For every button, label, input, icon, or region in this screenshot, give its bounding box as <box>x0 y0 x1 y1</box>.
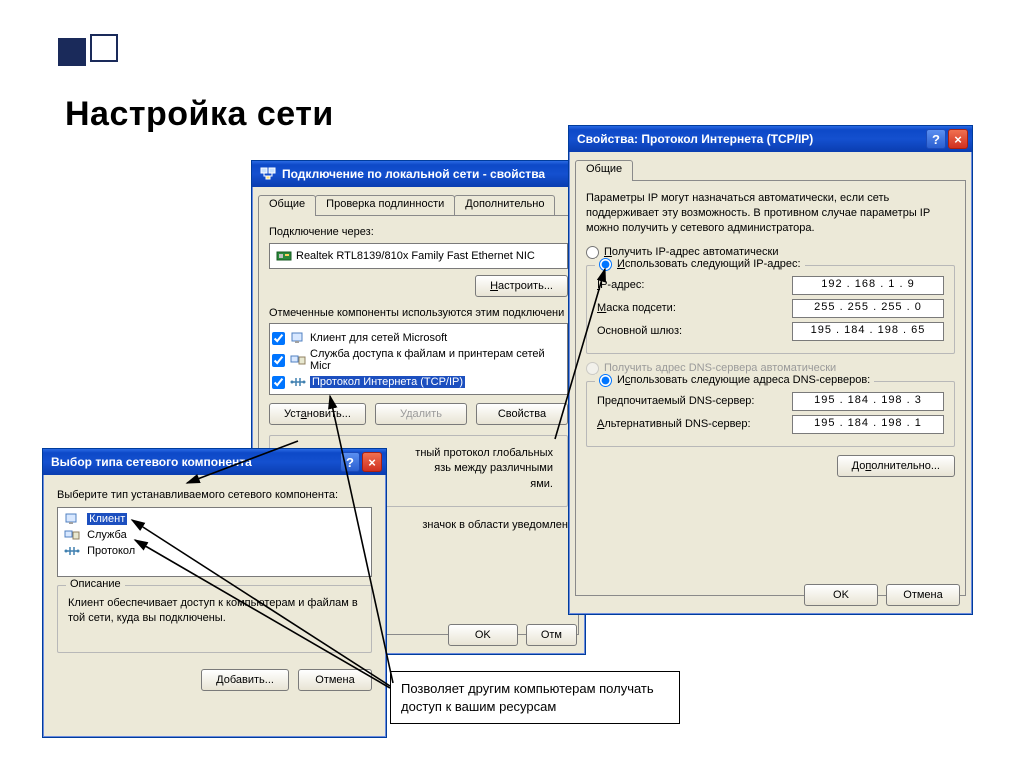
adapter-name: Realtek RTL8139/810x Family Fast Etherne… <box>296 250 535 262</box>
tab-strip: Общие Проверка подлинности Дополнительно <box>258 195 579 216</box>
components-label: Отмеченные компоненты используются этим … <box>269 307 568 319</box>
help-icon: ? <box>932 133 940 146</box>
close-icon: × <box>954 133 962 146</box>
row-gw: Основной шлюз: 195 . 184 . 198 . 65 <box>597 322 944 341</box>
checkbox-fileshare[interactable] <box>272 354 285 367</box>
input-dns2[interactable]: 195 . 184 . 198 . 1 <box>792 415 944 434</box>
close-button[interactable]: × <box>948 129 968 149</box>
decor-square-outline <box>90 34 118 62</box>
caption-box: Позволяет другим компьютерам получать до… <box>390 671 680 724</box>
row-dns2: Альтернативный DNS-сервер:Альтернативный… <box>597 415 944 434</box>
desc-legend: Описание <box>66 578 125 590</box>
client-icon <box>290 331 306 345</box>
titlebar-select[interactable]: Выбор типа сетевого компонента ? × <box>43 449 386 475</box>
component-item-client[interactable]: Клиент для сетей Microsoft <box>272 331 565 345</box>
adapter-box: Realtek RTL8139/810x Family Fast Etherne… <box>269 243 568 269</box>
titlebar-lan[interactable]: Подключение по локальной сети - свойства <box>252 161 585 187</box>
component-item-tcpip[interactable]: Протокол Интернета (TCP/IP) <box>272 375 565 389</box>
advanced-button[interactable]: Дополнительно...Дополнительно... <box>837 455 955 477</box>
help-button[interactable]: ? <box>926 129 946 149</box>
list-item-protocol[interactable]: Протокол <box>60 543 369 559</box>
help-icon: ? <box>346 456 354 469</box>
tcpip-tab-strip: Общие <box>575 160 966 181</box>
cancel-button[interactable]: Отм <box>526 624 577 646</box>
window-select-component: Выбор типа сетевого компонента ? × Выбер… <box>42 448 387 738</box>
list-item-client[interactable]: Клиент <box>60 511 369 527</box>
row-mask: Маска подсети:Маска подсети: 255 . 255 .… <box>597 299 944 318</box>
components-listbox[interactable]: Клиент для сетей Microsoft Служба доступ… <box>269 323 568 395</box>
select-cancel-button[interactable]: Отмена <box>298 669 372 691</box>
tcpip-title-text: Свойства: Протокол Интернета (TCP/IP) <box>577 132 924 146</box>
tab-general[interactable]: Общие <box>258 195 316 216</box>
tab-tcpip-general[interactable]: Общие <box>575 160 633 181</box>
net-icon <box>260 166 276 183</box>
input-dns1[interactable]: 195 . 184 . 198 . 3 <box>792 392 944 411</box>
window-tcpip-properties: Свойства: Протокол Интернета (TCP/IP) ? … <box>568 125 973 615</box>
tcpip-cancel-button[interactable]: Отмена <box>886 584 960 606</box>
connect-via-label: Подключение через: <box>269 226 568 238</box>
list-item-service[interactable]: Служба <box>60 527 369 543</box>
service-type-icon <box>64 528 80 542</box>
fileshare-icon <box>290 353 306 367</box>
tcpip-intro-text: Параметры IP могут назначаться автоматич… <box>586 191 955 236</box>
select-body: Выберите тип устанавливаемого сетевого к… <box>43 475 386 699</box>
select-title-text: Выбор типа сетевого компонента <box>51 455 338 469</box>
input-mask[interactable]: 255 . 255 . 255 . 0 <box>792 299 944 318</box>
radio-manual-ip-input[interactable] <box>599 258 612 271</box>
component-type-listbox[interactable]: Клиент Служба Протокол <box>57 507 372 577</box>
input-gateway[interactable]: 195 . 184 . 198 . 65 <box>792 322 944 341</box>
configure-button[interactable]: ННастроить...астроить... <box>475 275 568 297</box>
radio-manual-dns-input[interactable] <box>599 374 612 387</box>
input-ip[interactable]: 192 . 168 . 1 . 9 <box>792 276 944 295</box>
protocol-type-icon <box>64 544 80 558</box>
component-item-fileshare[interactable]: Служба доступа к файлам и принтерам сете… <box>272 348 565 372</box>
tab-auth[interactable]: Проверка подлинности <box>315 195 455 216</box>
ok-button[interactable]: OK <box>448 624 518 646</box>
tcpip-ok-button[interactable]: OK <box>804 584 878 606</box>
protocol-icon <box>290 375 306 389</box>
select-help-button[interactable]: ? <box>340 452 360 472</box>
select-description-group: Описание Клиент обеспечивает доступ к ко… <box>57 585 372 653</box>
checkbox-tcpip[interactable] <box>272 376 285 389</box>
add-button[interactable]: Добавить...Добавить... <box>201 669 289 691</box>
select-desc-text: Клиент обеспечивает доступ к компьютерам… <box>68 596 361 626</box>
titlebar-tcpip[interactable]: Свойства: Протокол Интернета (TCP/IP) ? … <box>569 126 972 152</box>
row-dns1: Предпочитаемый DNS-сервер: 195 . 184 . 1… <box>597 392 944 411</box>
group-manual-dns: Использовать следующие адреса DNS-сервер… <box>586 381 955 447</box>
group-manual-ip: Использовать следующий IP-адрес: Использ… <box>586 265 955 354</box>
close-icon: × <box>368 456 376 469</box>
checkbox-client[interactable] <box>272 332 285 345</box>
install-button[interactable]: Установить...Установить... <box>269 403 366 425</box>
select-instruction: Выберите тип устанавливаемого сетевого к… <box>57 489 372 501</box>
delete-button[interactable]: Удалить <box>375 403 467 425</box>
client-type-icon <box>64 512 80 526</box>
tab-advanced[interactable]: Дополнительно <box>454 195 555 216</box>
decor-square-filled <box>58 38 86 66</box>
nic-icon <box>276 249 292 263</box>
properties-button[interactable]: Свойства <box>476 403 568 425</box>
list-item-client-label: Клиент <box>87 513 127 525</box>
select-close-button[interactable]: × <box>362 452 382 472</box>
tcpip-tab-panel: Параметры IP могут назначаться автоматич… <box>575 180 966 596</box>
window-title-text: Подключение по локальной сети - свойства <box>282 167 581 181</box>
slide-title: Настройка сети <box>65 95 334 134</box>
row-ip: IP-адрес:IP-адрес: 192 . 168 . 1 . 9 <box>597 276 944 295</box>
component-tcpip-label: Протокол Интернета (TCP/IP) <box>310 376 465 388</box>
